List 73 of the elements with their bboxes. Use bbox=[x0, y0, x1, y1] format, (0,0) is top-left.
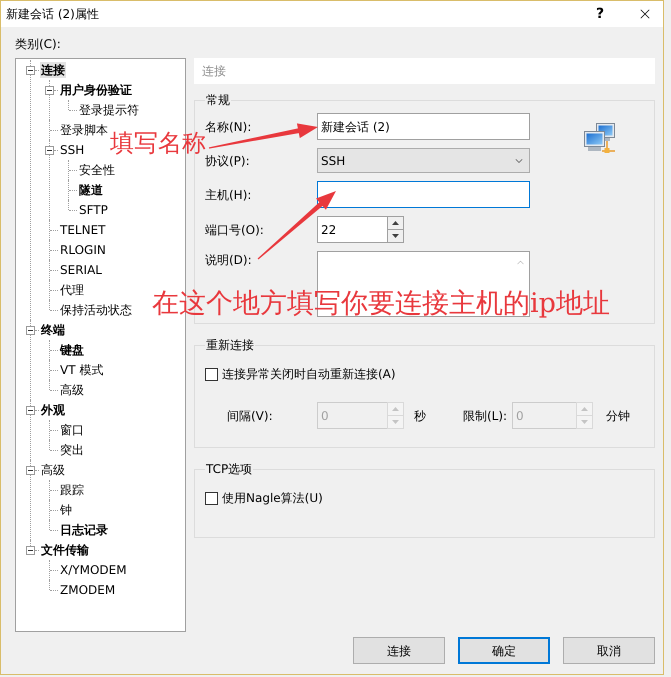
annotation-text: 填写名称 bbox=[110, 131, 206, 155]
tree-item[interactable]: X/YMODEM bbox=[59, 562, 128, 578]
unit-label: 分钟 bbox=[606, 408, 630, 424]
tree-item[interactable]: SERIAL bbox=[59, 262, 103, 278]
field-label: 名称(N): bbox=[205, 118, 252, 134]
tree-item[interactable]: 高级 bbox=[40, 462, 66, 478]
tree-item[interactable]: 文件传输 bbox=[40, 542, 90, 558]
tree-item[interactable]: 安全性 bbox=[78, 162, 116, 178]
dialog-button[interactable]: 连接 bbox=[353, 637, 445, 664]
network-computers-icon bbox=[583, 122, 616, 156]
tree-item[interactable]: 登录提示符 bbox=[78, 102, 140, 118]
field-label: 端口号(O): bbox=[205, 222, 264, 238]
tree-item[interactable]: SSH bbox=[59, 142, 86, 158]
category-label: 类别(C): bbox=[15, 36, 61, 52]
field-label: 协议(P): bbox=[205, 154, 250, 168]
group-title: 重新连接 bbox=[205, 337, 255, 353]
tree-item[interactable]: 跟踪 bbox=[59, 482, 85, 498]
down-triangle-icon bbox=[392, 234, 399, 238]
tree-item[interactable]: 用户身份验证 bbox=[59, 82, 133, 98]
annotation-text: 在这个地方填写你要连接主机的ip地址 bbox=[152, 290, 610, 317]
minus-box-icon[interactable] bbox=[45, 146, 54, 154]
tree-item[interactable]: 终端 bbox=[40, 322, 66, 338]
tree-item[interactable]: 窗口 bbox=[59, 422, 85, 438]
text-area[interactable] bbox=[317, 251, 530, 317]
tree-item[interactable]: TELNET bbox=[59, 222, 106, 238]
field-label: 间隔(V): bbox=[227, 408, 274, 424]
up-triangle-icon bbox=[392, 221, 399, 225]
field-label: 限制(L): bbox=[463, 408, 508, 424]
field-label: 主机(H): bbox=[205, 186, 252, 202]
tree-item[interactable]: 连接 bbox=[40, 62, 66, 78]
minus-box-icon[interactable] bbox=[26, 546, 35, 554]
checkbox[interactable] bbox=[205, 492, 218, 504]
number-field[interactable]: 22 bbox=[317, 216, 388, 243]
tree-item[interactable]: 隧道 bbox=[78, 182, 104, 198]
up-triangle-icon bbox=[392, 407, 399, 411]
tree-item[interactable]: 高级 bbox=[59, 382, 85, 398]
tree-item[interactable]: 钟 bbox=[59, 502, 73, 518]
checkbox[interactable] bbox=[205, 368, 218, 380]
minus-box-icon[interactable] bbox=[45, 86, 54, 94]
down-triangle-icon bbox=[581, 420, 588, 424]
checkbox-label[interactable]: 连接异常关闭时自动重新连接(A) bbox=[222, 366, 396, 382]
tree-item[interactable]: 键盘 bbox=[59, 342, 85, 358]
help-button[interactable]: ? bbox=[585, 1, 615, 27]
spin-up-button[interactable] bbox=[387, 216, 404, 230]
window-title: 新建会话 (2)属性 bbox=[5, 6, 99, 22]
text-input[interactable]: 新建会话 (2) bbox=[317, 113, 530, 140]
tree-item[interactable]: 外观 bbox=[40, 402, 66, 418]
checkbox-label[interactable]: 使用Nagle算法(U) bbox=[222, 490, 323, 506]
tree-item[interactable]: VT 模式 bbox=[59, 362, 104, 378]
tree-item[interactable]: SFTP bbox=[78, 202, 109, 218]
field-label: 说明(D): bbox=[205, 252, 252, 268]
minus-box-icon[interactable] bbox=[26, 466, 35, 474]
down-triangle-icon bbox=[392, 420, 399, 424]
tree-item[interactable]: RLOGIN bbox=[59, 242, 107, 258]
tree-item[interactable]: 日志记录 bbox=[59, 522, 109, 538]
tree-item[interactable]: 登录脚本 bbox=[59, 122, 109, 138]
tree-item[interactable]: 突出 bbox=[59, 442, 85, 458]
up-triangle-icon bbox=[581, 407, 588, 411]
dialog-button[interactable]: 确定 bbox=[458, 637, 550, 664]
minus-box-icon[interactable] bbox=[26, 406, 35, 414]
dropdown[interactable]: SSH bbox=[317, 148, 530, 173]
tree-item[interactable]: ZMODEM bbox=[59, 582, 116, 598]
minus-box-icon[interactable] bbox=[26, 326, 35, 334]
page-title-bar: 连接 bbox=[194, 58, 655, 84]
group-title: TCP选项 bbox=[205, 461, 254, 477]
tree-item[interactable]: 代理 bbox=[59, 282, 85, 298]
unit-label: 秒 bbox=[414, 408, 426, 424]
dialog-button[interactable]: 取消 bbox=[563, 637, 655, 664]
minus-box-icon[interactable] bbox=[26, 66, 35, 74]
tree-item[interactable]: 保持活动状态 bbox=[59, 302, 133, 318]
text-input[interactable] bbox=[317, 181, 530, 208]
group-title: 常规 bbox=[205, 92, 231, 108]
spin-down-button[interactable] bbox=[387, 229, 404, 243]
